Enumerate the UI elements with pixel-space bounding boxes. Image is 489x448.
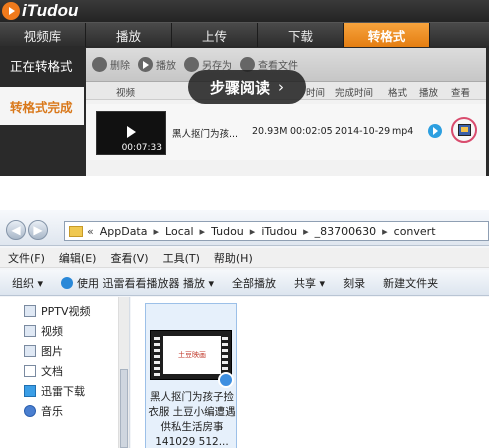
- nav-tab-library[interactable]: 视频库: [0, 23, 86, 47]
- tree-label: 迅雷下载: [41, 385, 85, 398]
- menu-bar: 文件(F) 编辑(E) 查看(V) 工具(T) 帮助(H): [0, 248, 489, 268]
- breadcrumb-itudou[interactable]: iTudou: [261, 225, 297, 238]
- menu-tools[interactable]: 工具(T): [163, 250, 200, 266]
- document-icon: [24, 365, 36, 377]
- breadcrumb-id[interactable]: _83700630: [315, 225, 377, 238]
- explorer-window: ◀ ▶ « AppData ▸ Local ▸ Tudou ▸ iTudou ▸ _83…: [0, 210, 489, 448]
- row-format: mp4: [392, 126, 414, 137]
- video-file-icon: 土豆映画: [150, 330, 232, 380]
- chevron-right-icon: ›: [278, 78, 284, 96]
- thumbnail-duration: 00:07:33: [121, 143, 162, 153]
- table-row[interactable]: 00:07:33 黑人抠门为孩... 20.93M 00:02:05 2014-…: [86, 104, 486, 160]
- tree-item-videos[interactable]: 视频: [24, 323, 63, 339]
- play-all-button[interactable]: 全部播放: [232, 275, 276, 291]
- tudou-logo-icon: [2, 2, 20, 20]
- col-format[interactable]: 格式: [388, 85, 407, 99]
- thumbnail-text: 土豆映画: [163, 336, 221, 374]
- burn-button[interactable]: 刻录: [343, 275, 365, 291]
- delete-icon: [92, 57, 107, 72]
- tree-item-pptv[interactable]: PPTV视频: [24, 303, 91, 319]
- delete-button[interactable]: 删除: [92, 57, 130, 72]
- col-video[interactable]: 视频: [116, 85, 135, 99]
- menu-file[interactable]: 文件(F): [8, 250, 45, 266]
- file-name: 黑人抠门为孩子捡衣服 土豆小编遭遇供私生活房事 141029 512...: [148, 391, 236, 448]
- nav-tab-convert[interactable]: 转格式: [344, 23, 430, 47]
- file-list: 土豆映画 黑人抠门为孩子捡衣服 土豆小编遭遇供私生活房事 141029 512.…: [131, 297, 489, 448]
- tree-label: 图片: [41, 345, 63, 358]
- converted-list-panel: 删除 播放 另存为 查看文件 视频 时间 完成时间 格式 播放 查看 00:07…: [86, 48, 486, 176]
- music-icon: [24, 405, 36, 417]
- convert-sidebar: 正在转格式 转格式完成: [0, 46, 84, 176]
- row-length: 00:02:05: [290, 126, 333, 137]
- new-folder-button[interactable]: 新建文件夹: [383, 275, 438, 291]
- step-reading-overlay[interactable]: 步骤阅读 ›: [188, 70, 306, 104]
- open-folder-icon: [458, 124, 471, 136]
- play-label: 播放: [156, 61, 176, 72]
- tree-item-pictures[interactable]: 图片: [24, 343, 63, 359]
- play-with-label: 使用 迅雷看看播放器 播放 ▾: [77, 276, 215, 290]
- tree-item-downloads[interactable]: 迅雷下载: [24, 383, 85, 399]
- sidebar-item-converting[interactable]: 正在转格式: [0, 46, 84, 84]
- folder-icon: [69, 225, 83, 237]
- video-library-icon: [24, 325, 36, 337]
- row-date: 2014-10-29: [335, 126, 391, 137]
- menu-help[interactable]: 帮助(H): [214, 250, 253, 266]
- tree-label: PPTV视频: [41, 305, 91, 318]
- main-nav: 视频库 播放 上传 下载 转格式: [0, 22, 489, 47]
- menu-edit[interactable]: 编辑(E): [59, 250, 97, 266]
- row-size: 20.93M: [252, 126, 288, 137]
- nav-scrollbar[interactable]: [118, 297, 129, 448]
- delete-label: 删除: [110, 61, 130, 72]
- download-icon: [24, 385, 36, 397]
- app-logo: iTudou: [2, 1, 78, 21]
- play-with-button[interactable]: 使用 迅雷看看播放器 播放 ▾: [61, 275, 214, 291]
- col-play[interactable]: 播放: [419, 85, 438, 99]
- nav-tab-upload[interactable]: 上传: [172, 23, 258, 47]
- sidebar-item-converted[interactable]: 转格式完成: [0, 87, 84, 125]
- video-thumbnail[interactable]: 00:07:33: [96, 111, 166, 155]
- nav-tab-play[interactable]: 播放: [86, 23, 172, 47]
- save-icon: [184, 57, 199, 72]
- play-button[interactable]: 播放: [138, 57, 176, 72]
- navigation-pane: PPTV视频 视频 图片 文档 迅雷下载 音乐: [0, 297, 130, 448]
- path-overflow[interactable]: «: [87, 225, 94, 238]
- player-badge-icon: [218, 372, 234, 388]
- player-icon: [61, 276, 74, 289]
- title-bar: iTudou: [0, 0, 489, 22]
- video-file-item[interactable]: 土豆映画 黑人抠门为孩子捡衣服 土豆小编遭遇供私生活房事 141029 512.…: [145, 303, 237, 448]
- forward-button[interactable]: ▶: [28, 220, 48, 240]
- col-completed[interactable]: 完成时间: [335, 85, 373, 99]
- address-bar: ◀ ▶ « AppData ▸ Local ▸ Tudou ▸ iTudou ▸ _83…: [0, 210, 489, 246]
- play-icon: [138, 57, 153, 72]
- logo-text: iTudou: [22, 1, 79, 20]
- pictures-icon: [24, 345, 36, 357]
- share-button[interactable]: 共享 ▾: [294, 275, 325, 291]
- tree-label: 文档: [41, 365, 63, 378]
- col-view[interactable]: 查看: [451, 85, 470, 99]
- tree-label: 视频: [41, 325, 63, 338]
- row-title: 黑人抠门为孩...: [172, 129, 239, 140]
- scroll-thumb[interactable]: [120, 369, 128, 448]
- menu-view[interactable]: 查看(V): [110, 250, 148, 266]
- breadcrumb-local[interactable]: Local: [165, 225, 194, 238]
- breadcrumb-convert[interactable]: convert: [394, 225, 436, 238]
- itudou-window: iTudou 视频库 播放 上传 下载 转格式 正在转格式 转格式完成 删除 播…: [0, 0, 489, 176]
- folder-icon: [24, 305, 36, 317]
- nav-tab-download[interactable]: 下载: [258, 23, 344, 47]
- command-bar: 组织 ▾ 使用 迅雷看看播放器 播放 ▾ 全部播放 共享 ▾ 刻录 新建文件夹: [0, 270, 489, 296]
- breadcrumb-appdata[interactable]: AppData: [100, 225, 148, 238]
- tree-label: 音乐: [41, 405, 63, 418]
- tree-item-music[interactable]: 音乐: [24, 403, 63, 419]
- row-play-icon[interactable]: [428, 124, 442, 138]
- tree-item-documents[interactable]: 文档: [24, 363, 63, 379]
- overlay-label: 步骤阅读: [209, 78, 270, 97]
- organize-button[interactable]: 组织 ▾: [12, 275, 43, 291]
- row-view-button[interactable]: [451, 117, 477, 143]
- breadcrumb-tudou[interactable]: Tudou: [211, 225, 244, 238]
- col-time[interactable]: 时间: [306, 85, 325, 99]
- back-button[interactable]: ◀: [6, 220, 26, 240]
- address-field[interactable]: « AppData ▸ Local ▸ Tudou ▸ iTudou ▸ _837006…: [64, 221, 489, 241]
